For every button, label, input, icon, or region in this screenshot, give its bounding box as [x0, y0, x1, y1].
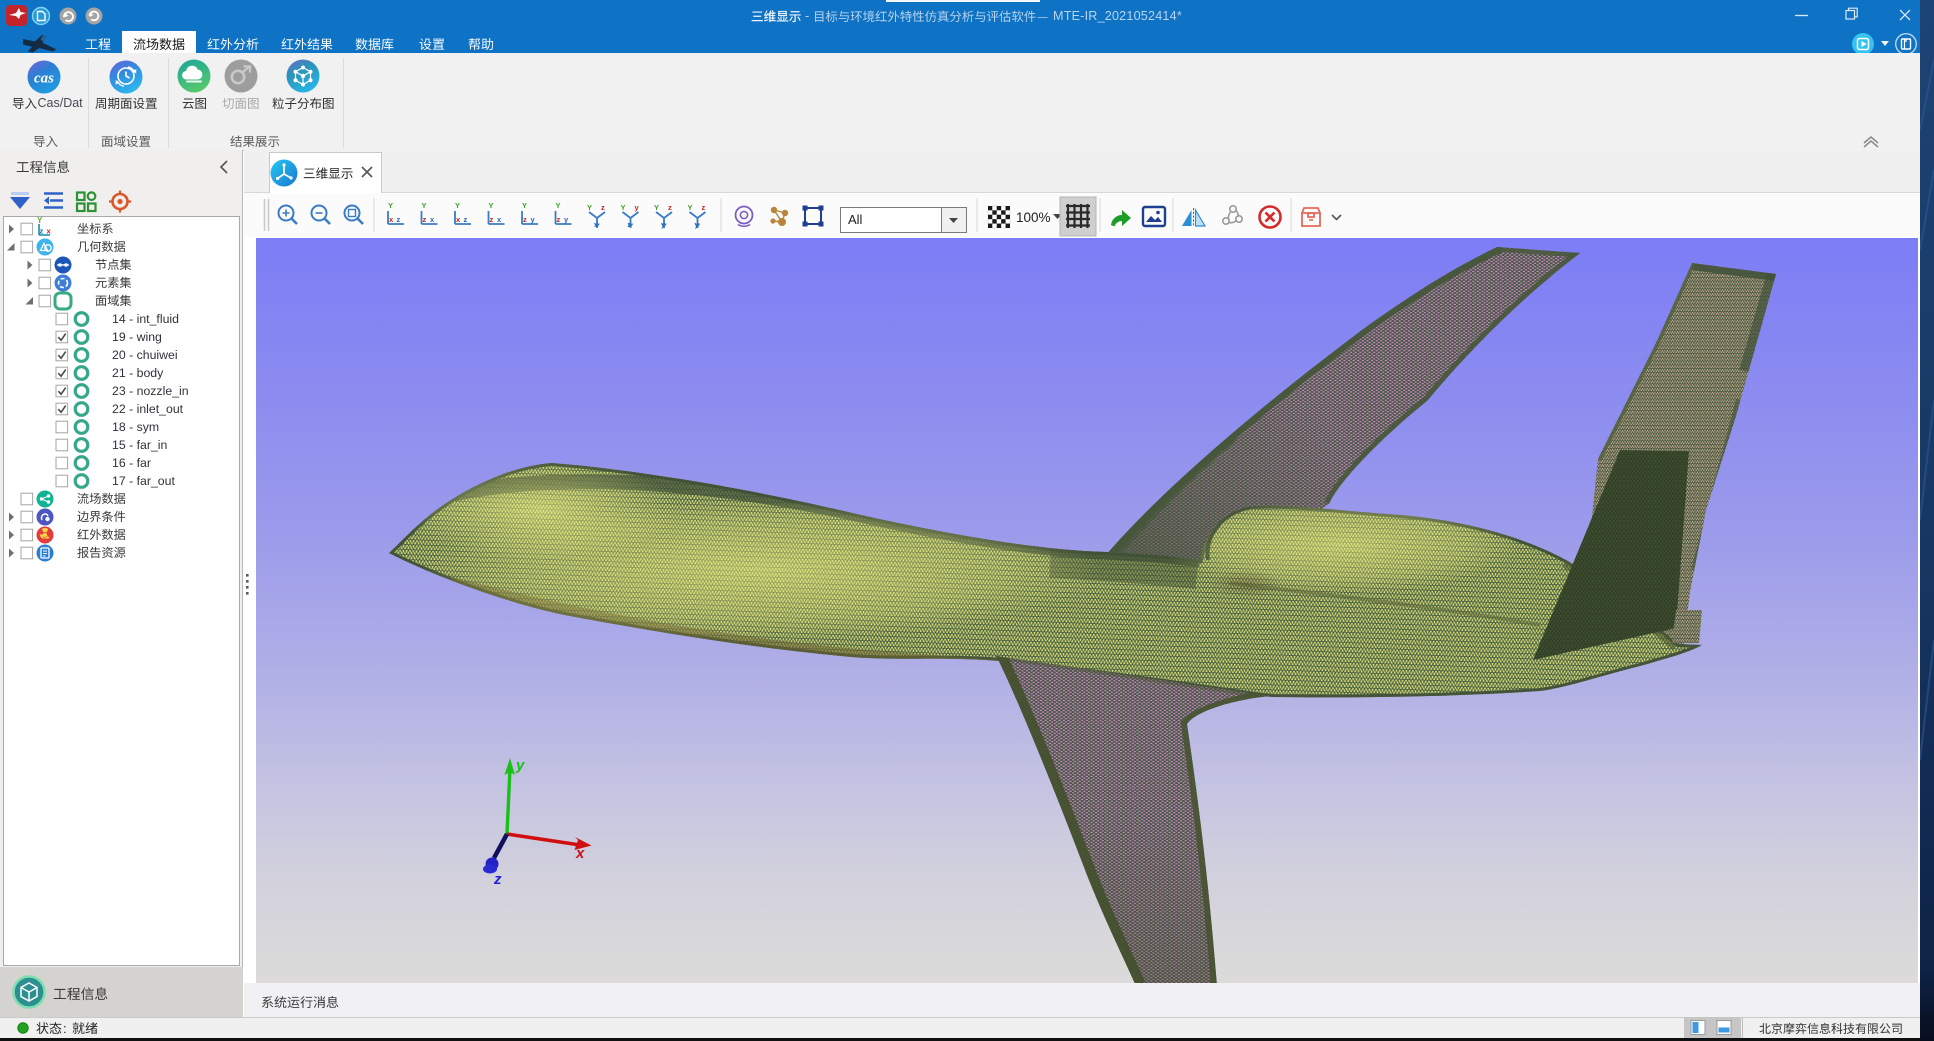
svg-text:z: z	[490, 215, 494, 224]
svg-text:Y: Y	[556, 201, 561, 210]
svg-text:y: y	[531, 215, 536, 224]
svg-text:z: z	[601, 203, 605, 212]
svg-text:x: x	[575, 845, 585, 862]
svg-text:Y: Y	[388, 201, 393, 210]
svg-text:Y: Y	[587, 203, 592, 212]
svg-text:Y: Y	[688, 203, 693, 212]
svg-text:cas: cas	[34, 71, 54, 87]
svg-text:z: z	[423, 215, 427, 224]
svg-text:z: z	[397, 215, 401, 224]
svg-text:x: x	[456, 215, 461, 224]
svg-text:Y: Y	[522, 201, 527, 210]
svg-text:Y: Y	[489, 201, 494, 210]
svg-text:z: z	[464, 215, 468, 224]
svg-text:z: z	[702, 203, 706, 212]
svg-text:z: z	[40, 227, 44, 236]
svg-text:z: z	[523, 215, 527, 224]
svg-text:z: z	[628, 220, 632, 229]
svg-text:x: x	[497, 215, 502, 224]
svg-text:x: x	[47, 227, 52, 236]
svg-text:z: z	[493, 871, 502, 888]
svg-text:y: y	[515, 757, 525, 774]
svg-text:x: x	[389, 215, 394, 224]
svg-text:z: z	[557, 215, 561, 224]
svg-text:Y: Y	[455, 201, 460, 210]
svg-text:x: x	[430, 215, 435, 224]
svg-text:z: z	[668, 203, 672, 212]
svg-text:Y: Y	[621, 203, 626, 212]
svg-text:Y: Y	[37, 216, 43, 225]
svg-text:y: y	[564, 215, 569, 224]
svg-text:Y: Y	[654, 203, 659, 212]
svg-text:Y: Y	[422, 201, 427, 210]
svg-text:y: y	[635, 203, 640, 212]
